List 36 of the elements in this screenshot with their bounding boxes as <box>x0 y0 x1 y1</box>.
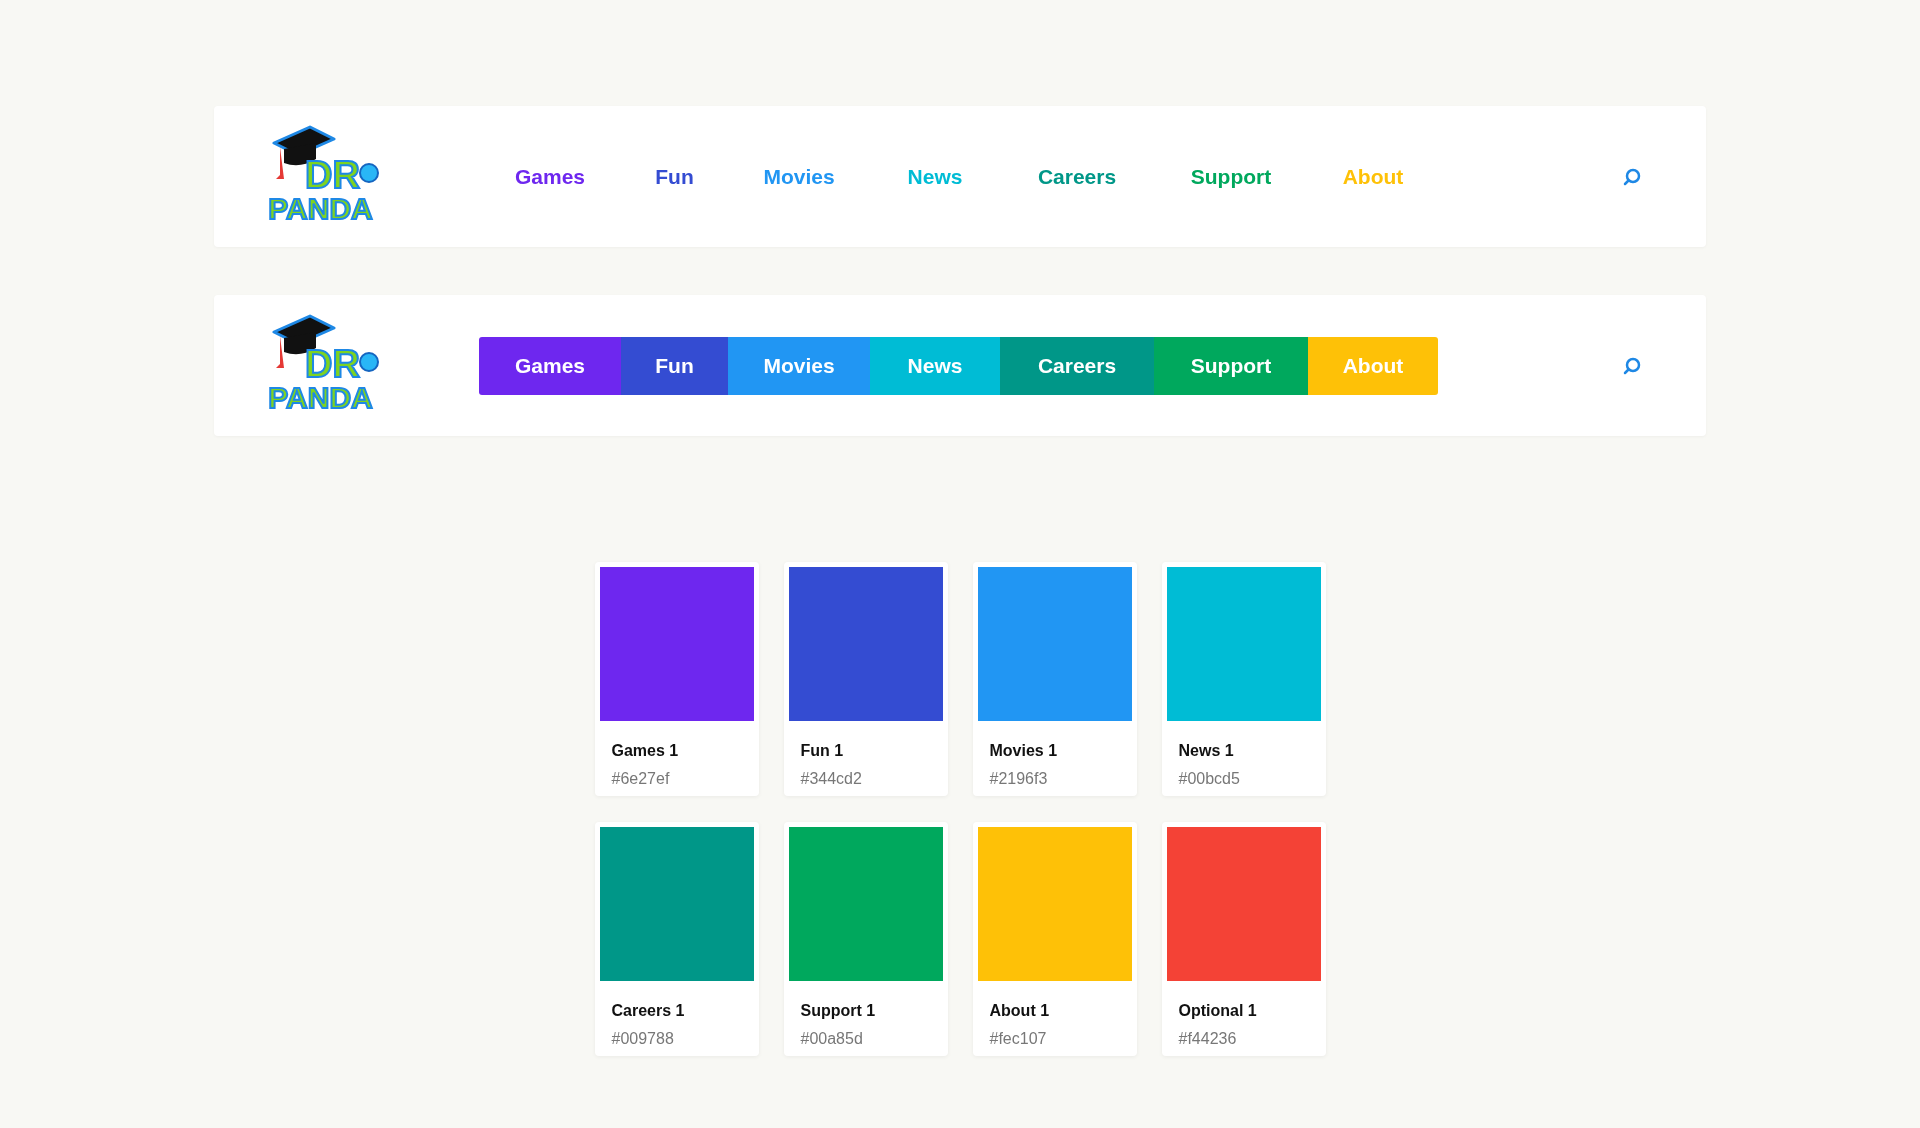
swatch-name: Support 1 <box>800 1001 877 1021</box>
nav-link[interactable]: Support <box>1154 336 1308 395</box>
nav-link[interactable]: Games <box>479 336 621 395</box>
swatch-hex: #f44236 <box>1178 1029 1238 1049</box>
swatch-name: Careers 1 <box>611 1001 686 1021</box>
swatch-name: News 1 <box>1178 741 1235 761</box>
nav-link[interactable]: Fun <box>621 147 728 206</box>
nav-link[interactable]: Movies <box>728 147 870 206</box>
swatch-name: About 1 <box>989 1001 1051 1021</box>
swatch-name: Movies 1 <box>989 741 1059 761</box>
swatch-hex: #6e27ef <box>611 769 671 789</box>
swatch-name: Optional 1 <box>1178 1001 1258 1021</box>
swatch-hex: #00a85d <box>800 1029 864 1049</box>
nav-link[interactable]: News <box>870 147 1000 206</box>
logo-text: PANDA <box>268 381 373 414</box>
swatch-name: Fun 1 <box>800 741 845 761</box>
nav-link[interactable]: About <box>1308 336 1438 395</box>
search-icon <box>1622 166 1642 187</box>
nav-link[interactable]: Careers <box>1000 336 1154 395</box>
swatch-hex: #2196f3 <box>989 769 1049 789</box>
logo-text: DR <box>305 345 360 382</box>
nav-link[interactable]: Fun <box>621 336 728 395</box>
swatch-hex: #344cd2 <box>800 769 863 789</box>
logo-text: DR <box>305 156 360 193</box>
nav-link[interactable]: Support <box>1154 147 1308 206</box>
nav-link[interactable]: Careers <box>1000 147 1154 206</box>
nav-link[interactable]: News <box>870 336 1000 395</box>
nav-link[interactable]: Movies <box>728 336 870 395</box>
search-icon <box>1622 355 1642 376</box>
nav-link[interactable]: Games <box>479 147 621 206</box>
logo-text: PANDA <box>268 192 373 225</box>
nav-link[interactable]: About <box>1308 147 1438 206</box>
swatch-hex: #00bcd5 <box>1178 769 1241 789</box>
swatch-name: Games 1 <box>611 741 680 761</box>
swatch-hex: #009788 <box>611 1029 675 1049</box>
swatch-hex: #fec107 <box>989 1029 1048 1049</box>
